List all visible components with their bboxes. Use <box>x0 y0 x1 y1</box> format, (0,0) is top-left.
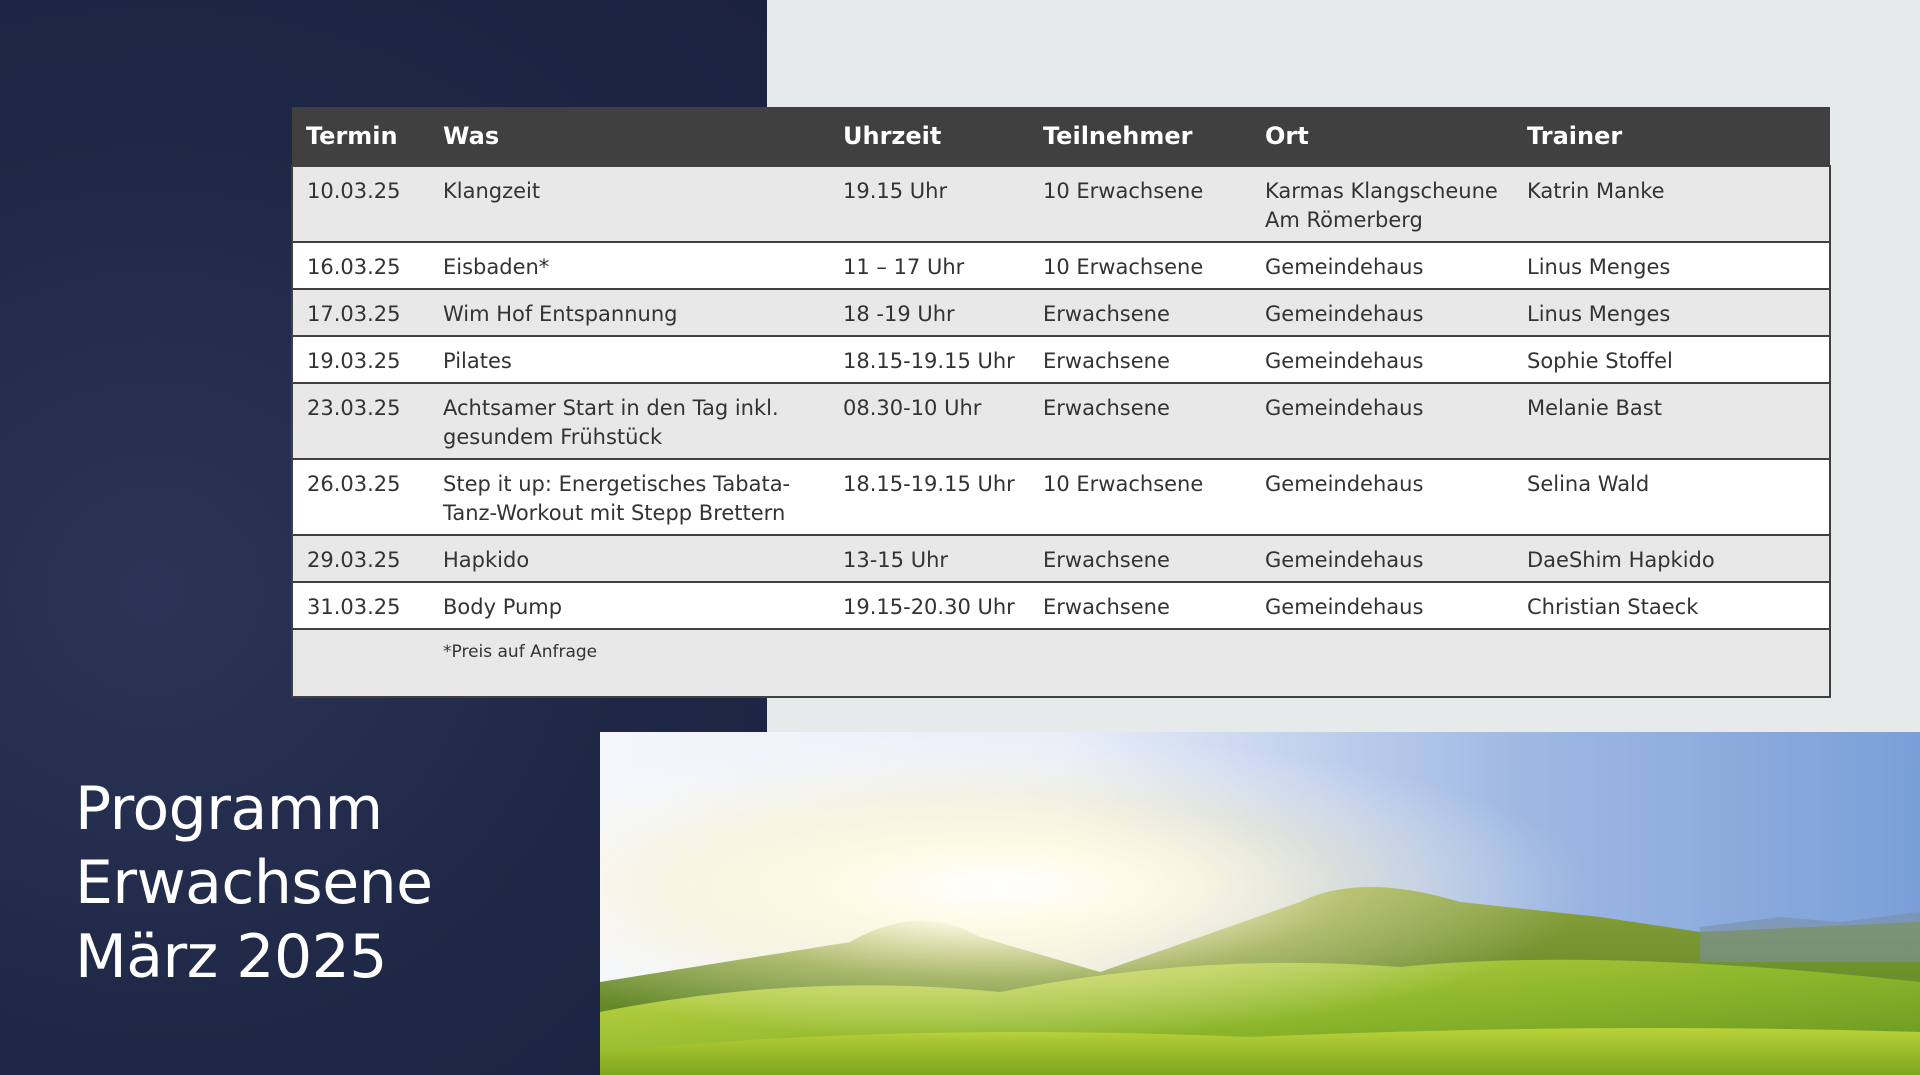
cell-was: Klangzeit <box>429 165 829 242</box>
cell-teilnehmer: 10 Erwachsene <box>1029 458 1251 535</box>
cell-termin: 26.03.25 <box>291 458 429 535</box>
cell-uhrzeit: 18.15-19.15 Uhr <box>829 335 1029 383</box>
cell-uhrzeit: 19.15-20.30 Uhr <box>829 581 1029 629</box>
cell-teilnehmer: 10 Erwachsene <box>1029 165 1251 242</box>
page-title: Programm Erwachsene März 2025 <box>75 772 495 994</box>
header-termin: Termin <box>292 107 429 166</box>
landscape-photo <box>600 732 1920 1075</box>
cell-ort: Gemeindehaus <box>1251 288 1513 336</box>
cell-was: Wim Hof Entspannung <box>429 288 829 336</box>
cell-ort: Gemeindehaus <box>1251 335 1513 383</box>
cell-was: Achtsamer Start in den Tag inkl. gesunde… <box>429 382 829 459</box>
cell-teilnehmer: Erwachsene <box>1029 581 1251 629</box>
cell-ort: Gemeindehaus <box>1251 458 1513 535</box>
table-row: 31.03.25 Body Pump 19.15-20.30 Uhr Erwachse… <box>291 581 1831 629</box>
cell-teilnehmer: Erwachsene <box>1029 382 1251 459</box>
cell-uhrzeit: 18.15-19.15 Uhr <box>829 458 1029 535</box>
cell-uhrzeit: 11 – 17 Uhr <box>829 241 1029 289</box>
cell-termin: 16.03.25 <box>291 241 429 289</box>
cell-termin: 19.03.25 <box>291 335 429 383</box>
cell-trainer: Katrin Manke <box>1513 165 1831 242</box>
table-row: 26.03.25 Step it up: Energetisches Tabata… <box>291 458 1831 535</box>
cell-teilnehmer: Erwachsene <box>1029 335 1251 383</box>
table-row: 23.03.25 Achtsamer Start in den Tag inkl.… <box>291 382 1831 459</box>
cell-was: Pilates <box>429 335 829 383</box>
table-row: 16.03.25 Eisbaden* 11 – 17 Uhr 10 Erwachsen… <box>291 241 1831 289</box>
cell-was: Step it up: Energetisches Tabata-Tanz-Wo… <box>429 458 829 535</box>
footnote-spacer <box>291 628 429 698</box>
cell-termin: 17.03.25 <box>291 288 429 336</box>
header-ort: Ort <box>1251 107 1513 166</box>
cell-was: Eisbaden* <box>429 241 829 289</box>
cell-ort: Karmas Klangscheune Am Römerberg <box>1251 165 1513 242</box>
cell-uhrzeit: 18 -19 Uhr <box>829 288 1029 336</box>
cell-was: Hapkido <box>429 534 829 582</box>
header-uhrzeit: Uhrzeit <box>829 107 1029 166</box>
cell-trainer: Sophie Stoffel <box>1513 335 1831 383</box>
table-header-row: Termin Was Uhrzeit Teilnehmer Ort Traine… <box>292 107 1830 166</box>
title-line-1: Programm <box>75 774 383 844</box>
cell-termin: 10.03.25 <box>291 165 429 242</box>
footnote: *Preis auf Anfrage <box>429 628 1831 698</box>
cell-trainer: DaeShim Hapkido <box>1513 534 1831 582</box>
cell-trainer: Linus Menges <box>1513 241 1831 289</box>
cell-trainer: Melanie Bast <box>1513 382 1831 459</box>
title-line-3: März 2025 <box>75 922 387 992</box>
header-teilnehmer: Teilnehmer <box>1029 107 1251 166</box>
header-trainer: Trainer <box>1513 107 1830 166</box>
cell-ort: Gemeindehaus <box>1251 382 1513 459</box>
cell-was: Body Pump <box>429 581 829 629</box>
cell-uhrzeit: 08.30-10 Uhr <box>829 382 1029 459</box>
cell-uhrzeit: 19.15 Uhr <box>829 165 1029 242</box>
cell-trainer: Christian Staeck <box>1513 581 1831 629</box>
title-line-2: Erwachsene <box>75 848 433 918</box>
cell-trainer: Linus Menges <box>1513 288 1831 336</box>
cell-trainer: Selina Wald <box>1513 458 1831 535</box>
cell-teilnehmer: Erwachsene <box>1029 534 1251 582</box>
cell-uhrzeit: 13-15 Uhr <box>829 534 1029 582</box>
cell-termin: 31.03.25 <box>291 581 429 629</box>
table-row: 10.03.25 Klangzeit 19.15 Uhr 10 Erwachsene K… <box>291 165 1831 242</box>
cell-ort: Gemeindehaus <box>1251 241 1513 289</box>
cell-ort: Gemeindehaus <box>1251 534 1513 582</box>
table-row: 29.03.25 Hapkido 13-15 Uhr Erwachsene Gemein… <box>291 534 1831 582</box>
cell-teilnehmer: Erwachsene <box>1029 288 1251 336</box>
cell-termin: 29.03.25 <box>291 534 429 582</box>
header-was: Was <box>429 107 829 166</box>
program-table-container: Termin Was Uhrzeit Teilnehmer Ort Traine… <box>291 107 1831 698</box>
cell-termin: 23.03.25 <box>291 382 429 459</box>
footnote-row: *Preis auf Anfrage <box>291 628 1831 698</box>
cell-teilnehmer: 10 Erwachsene <box>1029 241 1251 289</box>
cell-ort: Gemeindehaus <box>1251 581 1513 629</box>
program-table: Termin Was Uhrzeit Teilnehmer Ort Traine… <box>291 107 1831 698</box>
table-row: 19.03.25 Pilates 18.15-19.15 Uhr Erwachsene… <box>291 335 1831 383</box>
table-row: 17.03.25 Wim Hof Entspannung 18 -19 Uhr Erw… <box>291 288 1831 336</box>
